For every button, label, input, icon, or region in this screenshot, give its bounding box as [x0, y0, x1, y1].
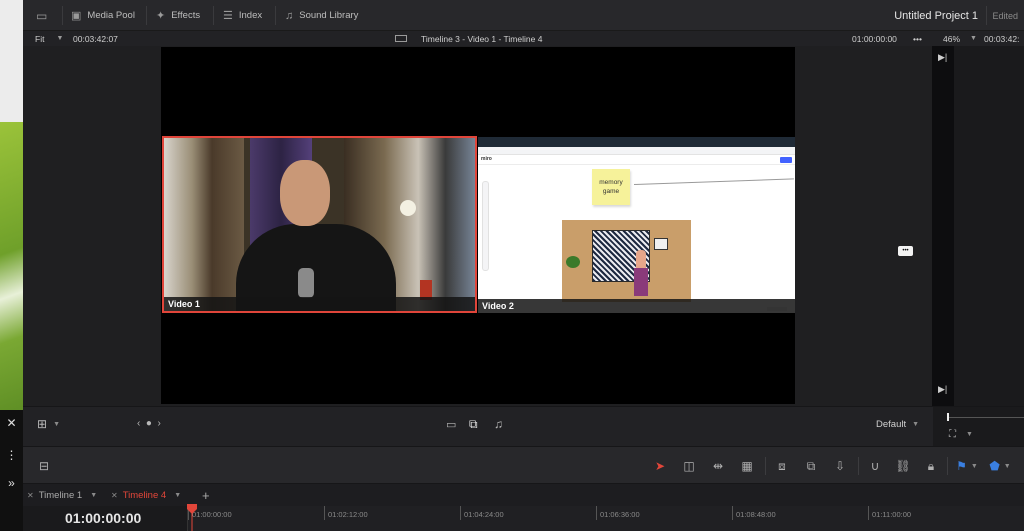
- lock-icon[interactable]: 🔒︎: [922, 457, 940, 475]
- viewer-controls: ⊞ ▼ ‹ ● › ▭ ⧉ ♫ Default ▼ ⛶ ▼: [23, 406, 1024, 447]
- edit-toolbar: ⊟ ➤ ◫ ⇹ ▦ ⧈ ⧉ ⇩ ∪ ⛓ 🔒︎ ⚑ ▼ ⬟ ▼: [23, 446, 1024, 484]
- list-icon: ☰: [223, 10, 233, 22]
- viewer-options-button[interactable]: •••: [913, 31, 922, 46]
- close-icon[interactable]: ✕: [111, 491, 118, 500]
- audio-video-icon[interactable]: ⧉: [469, 417, 478, 432]
- chevron-down-icon[interactable]: ▼: [174, 492, 181, 499]
- blade-tool-icon[interactable]: ▦: [736, 457, 758, 475]
- project-status: Edited: [992, 10, 1018, 21]
- media-pool-button[interactable]: ▣ Media Pool: [71, 0, 135, 31]
- music-note-icon: ♫: [285, 9, 294, 22]
- trim-tool-icon[interactable]: ◫: [678, 457, 700, 475]
- ruler-tick-label: 01:11:00:00: [872, 510, 912, 519]
- video-2-clip[interactable]: miro memory game Video 2: [478, 137, 795, 313]
- timeline-timecode: 01:00:00:00: [65, 510, 142, 526]
- more-vertical-icon[interactable]: ⋮: [0, 448, 23, 462]
- sticky-note: memory game: [592, 169, 630, 205]
- skip-to-end-icon[interactable]: ▶|: [938, 52, 947, 63]
- tab-timeline-4[interactable]: ✕ Timeline 4 ▼: [111, 484, 181, 506]
- right-zoom-value[interactable]: 46%: [943, 31, 960, 46]
- sound-library-label: Sound Library: [299, 10, 359, 21]
- playhead[interactable]: [187, 504, 197, 531]
- ruler-tick-label: 01:06:36:00: [600, 510, 640, 519]
- workspace-toggle-button[interactable]: ▭: [36, 0, 53, 31]
- chevron-down-icon[interactable]: ▼: [90, 492, 97, 499]
- single-viewer-icon[interactable]: ▭: [446, 418, 456, 431]
- effects-icon: ✦: [156, 10, 166, 22]
- default-label: Default: [876, 419, 907, 430]
- ruler-tick-label: 01:02:12:00: [328, 510, 368, 519]
- board-photo: [562, 220, 691, 302]
- timeline-ruler[interactable]: 01:00:00:00 01:02:12:00 01:04:24:00 01:0…: [187, 506, 1024, 531]
- timeline-ruler-area: 01:00:00:00 01:00:00:00 01:02:12:00 01:0…: [23, 504, 1024, 531]
- close-icon[interactable]: ✕: [0, 416, 23, 430]
- playback-nav[interactable]: ‹ ● ›: [137, 418, 161, 429]
- chevron-down-icon: ▼: [912, 421, 920, 428]
- tab-timeline-1[interactable]: ✕ Timeline 1 ▼: [27, 484, 97, 506]
- zoom-value: Fit: [35, 33, 45, 44]
- record-timecode: 01:00:00:00: [852, 33, 897, 44]
- flag-icon[interactable]: ⚑ ▼: [955, 457, 979, 475]
- crop-icon[interactable]: ⛶ ▼: [949, 429, 973, 440]
- sound-library-button[interactable]: ♫ Sound Library: [285, 0, 358, 31]
- ruler-tick-label: 01:04:24:00: [464, 510, 504, 519]
- timeline-title: Timeline 3 - Video 1 - Timeline 4: [421, 33, 543, 44]
- media-pool-icon: ▣: [71, 10, 82, 22]
- board-brand: miro: [481, 156, 492, 162]
- dynamic-trim-icon[interactable]: ⇹: [707, 457, 729, 475]
- timeline-tabs: ✕ Timeline 1 ▼ ✕ Timeline 4 ▼ +: [23, 484, 1024, 506]
- media-pool-label: Media Pool: [87, 10, 135, 21]
- zoom-dropdown[interactable]: Fit ▼: [35, 31, 63, 46]
- background-window-panel: ✕ ⋮ »: [0, 410, 23, 531]
- viewer-header: Fit ▼ 00:03:42:07 Timeline 3 - Video 1 -…: [23, 31, 1024, 46]
- monitor-icon: ▭: [36, 8, 48, 23]
- replace-clip-icon[interactable]: ⇩: [829, 457, 851, 475]
- tab-label: Timeline 4: [122, 489, 167, 501]
- index-button[interactable]: ☰ Index: [223, 0, 262, 31]
- right-viewer-strip: ▶| ▶|: [932, 46, 954, 406]
- marker-icon[interactable]: ⬟ ▼: [987, 457, 1013, 475]
- chevron-down-icon: ▼: [56, 35, 64, 42]
- viewer-overlay-menu-icon[interactable]: •••: [898, 246, 913, 256]
- default-dropdown[interactable]: Default ▼: [876, 419, 919, 430]
- ruler-tick-label: 01:08:48:00: [736, 510, 776, 519]
- add-timeline-tab-button[interactable]: +: [202, 484, 210, 506]
- timeline-view-options-icon[interactable]: ⊟: [34, 457, 54, 475]
- video-2-label: Video 2: [478, 299, 795, 313]
- ruler-tick-label: 01:00:00:00: [192, 510, 232, 519]
- expand-icon[interactable]: »: [0, 476, 23, 490]
- insert-clip-icon[interactable]: ⧈: [771, 457, 793, 475]
- top-toolbar: ▭ ▣ Media Pool ✦ Effects ☰ Index ♫ Sound…: [23, 0, 1024, 31]
- scrubber-track[interactable]: [949, 417, 1024, 418]
- effects-label: Effects: [171, 10, 201, 21]
- overwrite-clip-icon[interactable]: ⧉: [800, 457, 822, 475]
- viewer-mode-icon[interactable]: [395, 31, 407, 46]
- video-1-clip[interactable]: Video 1: [162, 136, 477, 313]
- source-timecode: 00:03:42:07: [73, 33, 118, 44]
- selection-tool-icon[interactable]: ➤: [653, 457, 667, 475]
- multicam-layout-icon[interactable]: ⊞ ▼: [37, 417, 60, 431]
- tab-label: Timeline 1: [38, 489, 83, 501]
- project-title: Untitled Project 1: [894, 9, 978, 22]
- video-1-label: Video 1: [164, 297, 475, 311]
- chevron-down-icon[interactable]: ▼: [970, 31, 977, 46]
- snapping-icon[interactable]: ∪: [866, 457, 884, 475]
- link-icon[interactable]: ⛓: [894, 457, 912, 475]
- skip-to-end-icon[interactable]: ▶|: [938, 384, 947, 395]
- close-icon[interactable]: ✕: [27, 491, 34, 500]
- effects-button[interactable]: ✦ Effects: [156, 0, 200, 31]
- background-window-image: [0, 122, 23, 410]
- right-timecode: 00:03:42:: [984, 33, 1020, 44]
- index-label: Index: [238, 10, 263, 21]
- music-note-icon[interactable]: ♫: [494, 417, 503, 431]
